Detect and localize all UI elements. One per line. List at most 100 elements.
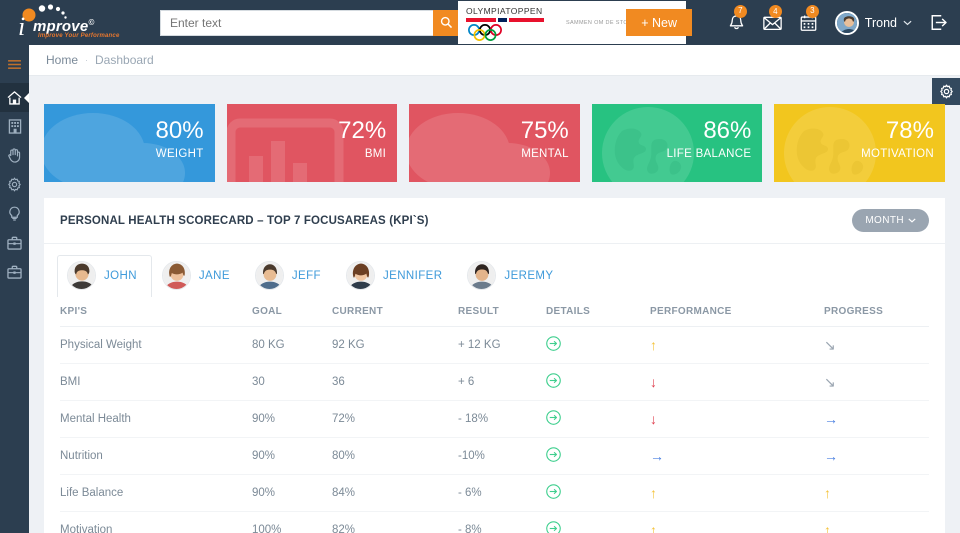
kpi-card-life balance[interactable]: 86% LIFE BALANCE [591,104,763,182]
cell-details[interactable] [546,400,650,438]
kpi-card-value: 86% [703,117,752,144]
column-header: KPI'S [60,297,252,327]
avatar [345,261,375,290]
arrow-right-circle-icon[interactable] [546,336,561,351]
arrow-right-circle-icon[interactable] [546,447,561,462]
kpi-card-mental[interactable]: 75% MENTAL [409,104,580,182]
tab-jennifer[interactable]: JENNIFER [336,255,457,297]
settings-button[interactable] [932,78,960,105]
scorecard-header: PERSONAL HEALTH SCORECARD – TOP 7 FOCUSA… [44,198,945,244]
cell-result: - 6% [458,474,546,512]
cell-current: 92 KG [332,326,458,364]
breadcrumb-home[interactable]: Home [46,53,78,67]
tab-label: JOHN [104,269,137,282]
logout-button[interactable] [930,14,948,31]
sidebar-item-organization[interactable] [0,112,29,141]
tab-label: JEFF [291,269,321,282]
search-input[interactable] [160,9,433,36]
messages-button[interactable]: 4 [763,5,782,31]
gear-icon [8,177,21,192]
tab-label: JANE [198,269,230,282]
arrow-right-icon: → [824,410,838,427]
sidebar-item-portfolio[interactable] [0,257,29,286]
avatar [834,10,859,35]
sidebar-item-settings[interactable] [0,170,29,199]
cell-kpi: Mental Health [60,400,252,438]
kpi-card-bmi[interactable]: 72% BMI [226,104,398,182]
sidebar-item-engagement[interactable] [0,141,29,170]
cell-details[interactable] [546,363,650,401]
period-label: MONTH [865,215,904,226]
notifications-button[interactable]: 7 [728,4,747,32]
cell-goal: 100% [252,511,332,533]
cell-performance: ↓ [650,363,824,401]
tab-john[interactable]: JOHN [57,255,152,298]
column-header: GOAL [252,297,332,327]
arrow-down-icon: ↓ [650,373,657,390]
cell-performance: ↓ [650,400,824,438]
avatar [67,261,96,290]
arrow-down-right-icon: ↘ [824,373,836,390]
tab-jane[interactable]: JANE [152,255,245,297]
table-row[interactable]: Mental Health 90% 72% - 18% ↓ → [60,400,929,438]
cell-details[interactable] [546,511,650,533]
new-button[interactable]: + New [626,9,692,36]
cell-details[interactable] [546,474,650,512]
sidebar-item-home[interactable] [0,83,30,112]
arrow-up-icon: ↑ [650,484,657,501]
search-icon [440,16,453,29]
period-dropdown[interactable]: MONTH [852,209,929,232]
calendar-button[interactable]: 3 [800,4,819,32]
column-header: RESULT [458,297,546,327]
top-navigation-bar: i mprove© Improve Your Performance OLYMP… [0,0,960,45]
arrow-right-circle-icon[interactable] [546,410,561,425]
cell-result: - 18% [458,400,546,438]
table-row[interactable]: BMI 30 36 + 6 ↓ ↘ [60,363,929,401]
table-row[interactable]: Life Balance 90% 84% - 6% ↑ ↑ [60,474,929,512]
cell-kpi: Nutrition [60,437,252,475]
table-header: KPI'S GOAL CURRENT RESULT DETAILS PERFORMANCE… [60,297,929,327]
cell-current: 82% [332,511,458,533]
tab-jeremy[interactable]: JEREMY [457,255,568,297]
cell-kpi: Motivation [60,511,252,533]
arrow-up-icon: ↑ [824,484,831,501]
search-button[interactable] [433,9,460,36]
arrow-down-icon: ↓ [650,410,657,427]
scorecard-table-wrap: KPI'S GOAL CURRENT RESULT DETAILS PERFORMANCE… [44,297,945,533]
breadcrumb-separator: · [85,55,89,65]
partner-title: OLYMPIATOPPEN [466,6,543,16]
table-row[interactable]: Motivation 100% 82% - 8% ↑ ↑ [60,511,929,533]
kpi-card-motivation[interactable]: 78% MOTIVATION [774,104,945,182]
cell-kpi: BMI [60,363,252,401]
cell-current: 36 [332,363,458,401]
olympic-rings-icon [468,24,502,41]
sidebar-item-ideas[interactable] [0,199,29,228]
avatar [254,261,284,290]
sidebar-item-projects[interactable] [0,228,29,257]
brand-logo[interactable]: i mprove© Improve Your Performance [0,0,140,45]
column-header: PROGRESS [824,297,929,327]
briefcase-icon [7,236,22,250]
table-row[interactable]: Physical Weight 80 KG 92 KG + 12 KG ↑ ↘ [60,326,929,364]
logout-icon [931,15,947,30]
cell-details[interactable] [546,326,650,364]
user-menu[interactable]: Trond [834,10,912,35]
arrow-right-circle-icon[interactable] [546,484,561,499]
arrow-right-circle-icon[interactable] [546,373,561,388]
table-row[interactable]: Nutrition 90% 80% -10% → → [60,437,929,475]
arrow-right-icon: → [824,447,838,464]
menu-toggle[interactable] [0,50,29,79]
gear-icon [939,84,953,99]
kpi-card-weight[interactable]: 80% WEIGHT [44,104,215,182]
cell-details[interactable] [546,437,650,475]
tab-label: JENNIFER [382,269,443,282]
kpi-card-value: 72% [338,117,387,144]
building-icon [8,119,21,134]
column-header: DETAILS [546,297,650,327]
global-search [160,9,460,36]
arrow-up-icon: ↑ [650,521,657,533]
cell-performance: ↑ [650,326,824,364]
arrow-right-circle-icon[interactable] [546,521,561,533]
cell-current: 72% [332,400,458,438]
tab-jeff[interactable]: JEFF [245,255,336,297]
